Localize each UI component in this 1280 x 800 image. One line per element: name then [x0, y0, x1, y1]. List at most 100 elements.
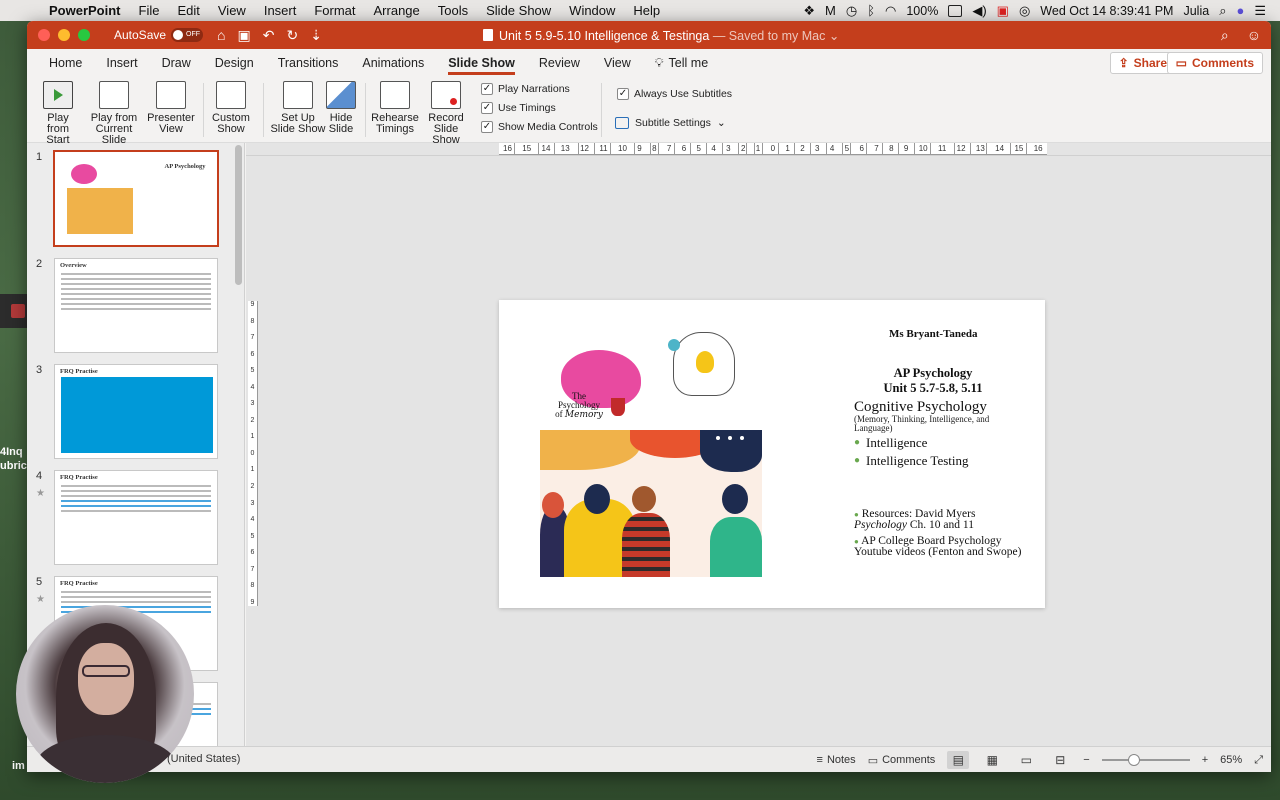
spotlight-icon[interactable]: ⌕: [1219, 3, 1226, 19]
autosave-control[interactable]: AutoSave OFF: [114, 28, 204, 42]
menu-arrange[interactable]: Arrange: [365, 3, 429, 18]
normal-view-button[interactable]: ▤: [947, 751, 970, 769]
menu-file[interactable]: File: [130, 3, 169, 18]
tab-home[interactable]: Home: [37, 49, 94, 77]
home-icon[interactable]: ⌂: [217, 27, 225, 44]
ribbon-divider: [601, 83, 602, 137]
status-comments-label: Comments: [882, 754, 936, 766]
document-title[interactable]: Unit 5 5.9-5.10 Intelligence & Testinga …: [483, 28, 839, 43]
zoom-in-icon[interactable]: +: [1202, 754, 1208, 766]
menu-insert[interactable]: Insert: [255, 3, 306, 18]
subtitle-settings-dropdown[interactable]: Subtitle Settings ⌄: [615, 117, 726, 129]
status-comments-button[interactable]: ▭ Comments: [868, 754, 936, 767]
zoom-window-button[interactable]: [78, 29, 90, 41]
presenter-view-button[interactable]: Presenter View: [145, 81, 197, 135]
slide-thumbnail[interactable]: Overview: [54, 258, 218, 353]
thumbnail-slide-4[interactable]: 4 ★ FRQ Practise: [27, 470, 235, 570]
ruler-tick-label: 6: [250, 549, 255, 557]
play-narrations-checkbox[interactable]: ✓ Play Narrations: [481, 83, 570, 95]
reading-view-button[interactable]: ▭: [1015, 751, 1037, 769]
play-from-current-button[interactable]: Play from Current Slide: [85, 81, 143, 146]
play-from-start-button[interactable]: Play from Start: [35, 81, 81, 146]
battery-icon[interactable]: [948, 4, 963, 17]
zoom-out-icon[interactable]: −: [1083, 754, 1089, 766]
menu-window[interactable]: Window: [560, 3, 624, 18]
play-from-start-label: Play from Start: [46, 112, 70, 146]
notification-center-icon[interactable]: ☰: [1254, 3, 1266, 19]
vpn-icon[interactable]: ◎: [1019, 3, 1030, 19]
thumbnail-slide-2[interactable]: 2 Overview: [27, 258, 235, 358]
autosave-toggle[interactable]: OFF: [171, 28, 204, 42]
tab-draw[interactable]: Draw: [150, 49, 203, 77]
wifi-icon[interactable]: ◠: [885, 3, 896, 19]
menu-format[interactable]: Format: [305, 3, 364, 18]
set-up-slide-show-button[interactable]: Set Up Slide Show: [269, 81, 327, 135]
fit-to-window-icon[interactable]: ⤢: [1254, 754, 1263, 767]
person-head: [584, 484, 610, 514]
undo-icon[interactable]: ↶: [263, 27, 275, 44]
zoom-level[interactable]: 65%: [1220, 754, 1242, 766]
siri-icon[interactable]: ●: [1236, 3, 1244, 18]
custom-show-button[interactable]: Custom Show: [207, 81, 255, 135]
dropbox-icon[interactable]: ❖: [803, 3, 815, 19]
always-use-subtitles-checkbox[interactable]: ✓ Always Use Subtitles: [617, 88, 732, 100]
minimize-window-button[interactable]: [58, 29, 70, 41]
current-slide[interactable]: The Psychology of Memory Ms Bryant-Taned…: [499, 300, 1045, 608]
save-icon[interactable]: ▣: [238, 27, 251, 44]
tell-me-box[interactable]: 💡︎ Tell me: [643, 49, 720, 77]
input-source-flag-icon[interactable]: ▣: [997, 3, 1009, 19]
thumbnail-slide-1[interactable]: 1 AP Psychology: [27, 150, 235, 251]
malwarebytes-icon[interactable]: M: [825, 3, 836, 18]
people-thumb-image: [67, 188, 133, 234]
rehearse-timings-button[interactable]: Rehearse Timings: [371, 81, 419, 135]
menu-view[interactable]: View: [209, 3, 255, 18]
slide-editor-canvas[interactable]: 16 15 14 13 12 11 10 9 8 7 6 5 4 3 2 1 0 1 2 3 4 5 6 7 8 9 10 11 12 1…: [246, 143, 1271, 746]
thumb-line: [61, 494, 211, 497]
close-window-button[interactable]: [38, 29, 50, 41]
ruler-tick-label: 16: [1032, 143, 1044, 154]
thumb-text: FRQ Practise: [55, 577, 217, 588]
record-slide-show-button[interactable]: Record Slide Show: [419, 81, 473, 146]
zoom-slider-knob[interactable]: [1127, 754, 1140, 766]
thumbnail-slide-3[interactable]: 3 FRQ Practise: [27, 364, 235, 464]
ruler-tick-label: 2: [799, 143, 806, 154]
language-indicator[interactable]: (United States): [167, 753, 240, 765]
redo-icon[interactable]: ↻: [286, 27, 298, 44]
menu-tools[interactable]: Tools: [429, 3, 477, 18]
menu-edit[interactable]: Edit: [168, 3, 208, 18]
slide-thumbnail[interactable]: AP Psychology: [53, 150, 219, 247]
volume-icon[interactable]: ◀): [972, 3, 986, 19]
use-timings-checkbox[interactable]: ✓ Use Timings: [481, 102, 556, 114]
menu-slide-show[interactable]: Slide Show: [477, 3, 560, 18]
menu-help[interactable]: Help: [624, 3, 669, 18]
menubar-clock[interactable]: Wed Oct 14 8:39:41 PM: [1040, 4, 1173, 18]
hide-slide-label: Hide Slide: [328, 112, 354, 135]
slide-number: 3: [36, 364, 43, 376]
thumbnail-scrollbar[interactable]: [235, 145, 242, 285]
app-menu[interactable]: PowerPoint: [40, 3, 130, 18]
tab-slide-show[interactable]: Slide Show: [436, 49, 527, 77]
tab-review[interactable]: Review: [527, 49, 592, 77]
tab-design[interactable]: Design: [203, 49, 266, 77]
time-machine-icon[interactable]: ◷: [846, 3, 857, 19]
feedback-smiley-icon[interactable]: ☺: [1247, 27, 1261, 44]
comments-button[interactable]: ▭ Comments: [1166, 52, 1263, 74]
slideshow-view-button[interactable]: ⊟: [1049, 751, 1071, 769]
share-label: Share: [1133, 56, 1167, 70]
tab-transitions[interactable]: Transitions: [266, 49, 351, 77]
hide-slide-button[interactable]: Hide Slide: [325, 81, 357, 135]
menubar-user[interactable]: Julia: [1183, 4, 1209, 18]
slide-thumbnail[interactable]: FRQ Practise: [54, 364, 218, 459]
tab-insert[interactable]: Insert: [94, 49, 149, 77]
slide-sorter-view-button[interactable]: ▦: [981, 751, 1003, 769]
zoom-slider[interactable]: [1101, 754, 1190, 766]
tab-view[interactable]: View: [592, 49, 643, 77]
show-media-controls-checkbox[interactable]: ✓ Show Media Controls: [481, 121, 598, 133]
slide-thumbnail[interactable]: FRQ Practise: [54, 470, 218, 565]
bluetooth-icon[interactable]: ᛒ: [867, 3, 875, 18]
tab-animations[interactable]: Animations: [350, 49, 436, 77]
ruler-tick-label: 4: [710, 143, 717, 154]
search-icon[interactable]: ⌕: [1221, 27, 1229, 44]
customize-toolbar-icon[interactable]: ⇣: [310, 27, 322, 44]
notes-button[interactable]: ≡ Notes: [817, 754, 856, 766]
